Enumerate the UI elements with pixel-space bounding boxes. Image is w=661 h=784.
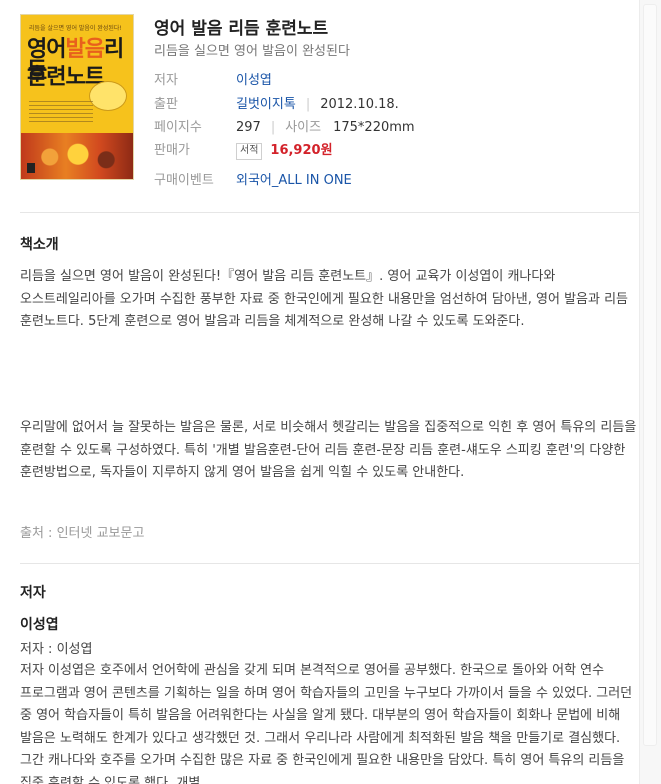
book-cover-image[interactable]: 리듬을 살으면 영어 발음이 완성된다! 영어발음리듬 훈련노트 (20, 14, 134, 180)
info-row-author: 저자 이성엽 (154, 71, 272, 91)
cover-tagline: 리듬을 살으면 영어 발음이 완성된다! (29, 25, 122, 32)
author-label: 저자 (154, 73, 178, 88)
cover-speech-bubble-graphic (89, 81, 127, 111)
cover-body-text-graphic (29, 101, 93, 125)
intro-source: 출처 : 인터넷 교보문고 (20, 526, 145, 541)
size-value: 175*220mm (333, 120, 415, 135)
cover-publisher-logo (27, 163, 35, 173)
author-heading: 저자 (20, 585, 46, 601)
scrollbar-thumb[interactable] (643, 4, 657, 746)
event-label: 구매이벤트 (154, 173, 214, 188)
publisher-link[interactable]: 길벗이지톡 (236, 97, 296, 112)
section-divider (20, 212, 640, 213)
pub-date: 2012.10.18. (320, 97, 399, 112)
cover-title-word-pronunciation: 발음 (65, 37, 104, 62)
info-row-pages: 페이지수 297 | 사이즈 175*220mm (154, 118, 415, 138)
author-subline: 저자 : 이성엽 (20, 642, 93, 657)
pages-value: 297 (236, 120, 261, 135)
author-bio: 저자 이성엽은 호주에서 언어학에 관심을 갖게 되며 본격적으로 영어를 공부… (20, 663, 633, 784)
cover-characters-graphic (31, 143, 125, 171)
info-row-event: 구매이벤트 외국어_ALL IN ONE (154, 171, 352, 191)
info-row-price: 판매가 서적 16,920원 (154, 141, 333, 161)
book-detail-page: 리듬을 살으면 영어 발음이 완성된다! 영어발음리듬 훈련노트 영어 발음 리… (0, 0, 640, 784)
book-subtitle: 리듬을 실으면 영어 발음이 완성된다 (154, 44, 350, 59)
event-link[interactable]: 외국어_ALL IN ONE (236, 173, 352, 188)
author-link[interactable]: 이성엽 (236, 73, 272, 88)
price-value: 16,920원 (270, 143, 333, 158)
pages-label: 페이지수 (154, 120, 202, 135)
intro-heading: 책소개 (20, 237, 59, 253)
intro-paragraph-2: 우리말에 없어서 늘 잘못하는 발음은 물론, 서로 비슷해서 헷갈리는 발음을… (20, 420, 637, 480)
info-row-publisher: 출판 길벗이지톡 | 2012.10.18. (154, 95, 399, 115)
author-name: 이성엽 (20, 617, 59, 633)
price-type-badge: 서적 (236, 143, 263, 160)
book-title[interactable]: 영어 발음 리듬 훈련노트 (154, 14, 328, 39)
separator: | (305, 97, 311, 112)
separator: | (270, 120, 276, 135)
price-label: 판매가 (154, 143, 190, 158)
section-divider (20, 563, 640, 564)
publisher-label: 출판 (154, 97, 178, 112)
intro-paragraph-1: 리듬을 실으면 영어 발음이 완성된다!『영어 발음 리듬 훈련노트』. 영어 … (20, 269, 629, 329)
scrollbar[interactable] (639, 0, 661, 784)
size-label: 사이즈 (285, 120, 322, 135)
